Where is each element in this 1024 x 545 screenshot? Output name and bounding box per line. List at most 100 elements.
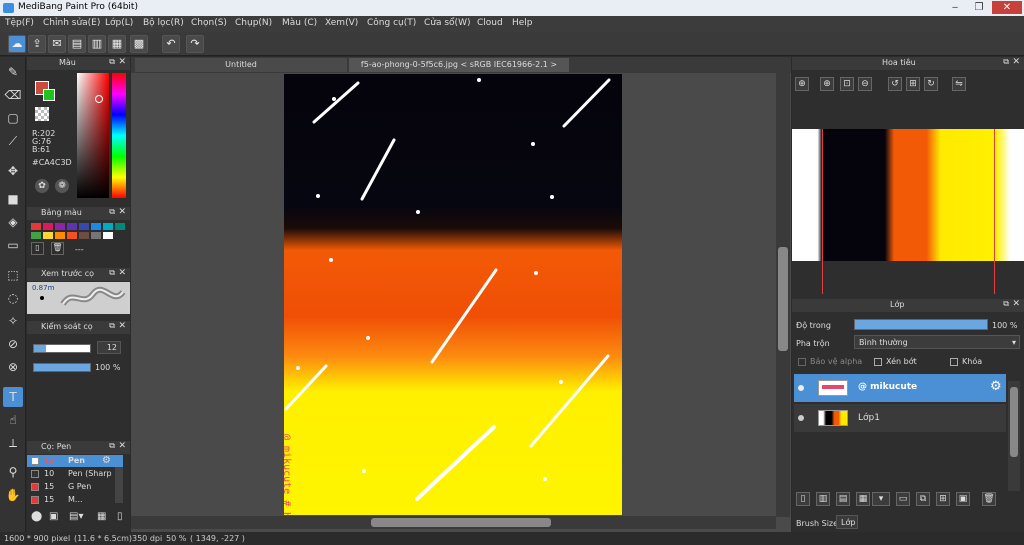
zoom-in-icon[interactable]: ⊕ [820, 77, 834, 91]
close-icon[interactable]: ✕ [118, 57, 126, 67]
blend-mode-select[interactable]: Bình thường ▾ [854, 335, 1020, 349]
transparent-swatch[interactable] [35, 107, 49, 121]
pen-stroke-tool-icon[interactable]: ⟋ [3, 131, 23, 151]
menu-layer[interactable]: Lớp(L) [105, 18, 133, 28]
eye-icon[interactable] [798, 385, 804, 391]
vertical-scroll-thumb[interactable] [778, 247, 788, 351]
popout-icon[interactable]: ⧉ [1003, 299, 1009, 309]
restore-button[interactable]: ❐ [968, 1, 990, 14]
menu-help[interactable]: Help [512, 18, 533, 28]
palette-swatch[interactable] [43, 232, 53, 239]
redo-icon[interactable]: ↷ [186, 35, 204, 53]
move-tool-icon[interactable]: ✥ [3, 161, 23, 181]
protect-alpha-checkbox[interactable] [798, 358, 806, 366]
popout-icon[interactable]: ⧉ [109, 57, 115, 67]
palette-swatch[interactable] [31, 232, 41, 239]
palette-swatch[interactable] [79, 232, 89, 239]
brush-tool-icon[interactable]: ✎ [3, 62, 23, 82]
background-color-swatch[interactable] [43, 89, 55, 101]
menu-color[interactable]: Màu (C) [282, 18, 317, 28]
new-halftone-layer-icon[interactable]: ▤ [836, 492, 850, 506]
knife-tool-icon[interactable]: ⟂ [3, 433, 23, 453]
layer-row-lop1[interactable]: Lớp1 [794, 404, 1006, 432]
bucket-tool-icon[interactable]: ◈ [3, 212, 23, 232]
fit-window-icon[interactable]: ⊡ [840, 77, 854, 91]
popout-icon[interactable]: ⧉ [109, 441, 115, 451]
eraser-tool-icon[interactable]: ⌫ [3, 85, 23, 105]
tab-active-document[interactable]: f5-ao-phong-0-5f5c6.jpg < sRGB IEC61966-… [349, 58, 569, 72]
palette-swatch[interactable] [103, 223, 113, 230]
close-button[interactable]: ✕ [992, 1, 1022, 14]
undo-icon[interactable]: ↶ [162, 35, 180, 53]
close-icon[interactable]: ✕ [118, 321, 126, 331]
zoom-out-icon[interactable]: ⊖ [858, 77, 872, 91]
close-icon[interactable]: ✕ [1012, 299, 1020, 309]
gear-icon[interactable]: ⚙ [990, 379, 1002, 394]
brush-size-value[interactable]: 12 [97, 341, 121, 354]
rotate-left-icon[interactable]: ↺ [888, 77, 902, 91]
navigator-preview[interactable] [792, 129, 1024, 294]
panel-layout-icon[interactable]: ▦ [108, 35, 126, 53]
palette-swatch[interactable] [103, 232, 113, 239]
minimize-button[interactable]: ‒ [944, 1, 966, 14]
popout-icon[interactable]: ⧉ [109, 321, 115, 331]
magic-wand-tool-icon[interactable]: ✧ [3, 311, 23, 331]
menu-file[interactable]: Tệp(F) [5, 18, 34, 28]
select-eraser-tool-icon[interactable]: ⊗ [3, 357, 23, 377]
new-page-icon[interactable]: ▯ [31, 242, 44, 255]
close-icon[interactable]: ✕ [118, 268, 126, 278]
eyedropper-tool-icon[interactable]: ⚲ [3, 462, 23, 482]
menu-window[interactable]: Cửa sổ(W) [424, 18, 470, 28]
eye-icon[interactable] [798, 415, 804, 421]
tab-brush-size[interactable]: Brush Size [796, 519, 838, 528]
tab-untitled[interactable]: Untitled [135, 58, 347, 72]
brush-list-item[interactable]: 15 M... [27, 494, 123, 505]
hue-slider[interactable] [112, 73, 126, 198]
close-icon[interactable]: ✕ [118, 441, 126, 451]
drawing-canvas[interactable]: @ mikucute # HD247 [284, 74, 622, 515]
trash-icon[interactable]: 🗑 [51, 242, 64, 255]
layer-properties-icon[interactable]: ▣ [956, 492, 970, 506]
menu-tools[interactable]: Công cụ(T) [367, 18, 416, 28]
rotate-right-icon[interactable]: ↻ [924, 77, 938, 91]
horizontal-scroll-thumb[interactable] [371, 518, 551, 527]
palette-swatch[interactable] [31, 223, 41, 230]
menu-select[interactable]: Chọn(S) [191, 18, 227, 28]
upload-icon[interactable]: ⇪ [28, 35, 46, 53]
tab-layer[interactable]: Lớp [836, 515, 858, 529]
grid-icon[interactable]: ▩ [130, 35, 148, 53]
new-layer-icon[interactable]: ▯ [796, 492, 810, 506]
page-icon[interactable]: ▥ [88, 35, 106, 53]
layer-scrollbar[interactable] [1008, 381, 1020, 491]
palette-swatch[interactable] [55, 223, 65, 230]
layer-row-mikucute[interactable]: @ mikucute ⚙ [794, 374, 1006, 402]
clip-checkbox[interactable] [874, 358, 882, 366]
flip-icon[interactable]: ⇋ [952, 77, 966, 91]
palette-swatch[interactable] [115, 223, 125, 230]
palette-icon[interactable]: ✿ [35, 179, 49, 193]
new-color-layer-icon[interactable]: ▥ [816, 492, 830, 506]
select-pen-tool-icon[interactable]: ⊘ [3, 334, 23, 354]
menu-view[interactable]: Xem(V) [325, 18, 358, 28]
brush-settings-icon[interactable]: ▦ [97, 511, 111, 525]
new-folder-layer-icon[interactable]: ▦ [856, 492, 870, 506]
palette-swatch[interactable] [91, 232, 101, 239]
operation-tool-icon[interactable]: ☝ [3, 410, 23, 430]
palette-swatch[interactable] [55, 232, 65, 239]
gradient-tool-icon[interactable]: ▭ [3, 235, 23, 255]
cloud-icon[interactable]: ☁ [8, 35, 26, 53]
popout-icon[interactable]: ⧉ [109, 268, 115, 278]
actual-size-icon[interactable]: ⊞ [906, 77, 920, 91]
comment-icon[interactable]: ✉ [48, 35, 66, 53]
rectangle-tool-icon[interactable]: ▢ [3, 108, 23, 128]
gear-icon[interactable]: ⚙ [102, 455, 111, 466]
palette-swatch[interactable] [67, 232, 77, 239]
palette-swatch[interactable] [79, 223, 89, 230]
lasso-tool-icon[interactable]: ◌ [3, 288, 23, 308]
fill-shape-tool-icon[interactable]: ■ [3, 189, 23, 209]
close-icon[interactable]: ✕ [1012, 57, 1020, 67]
brush-list-item[interactable]: 12 Pen ⚙ [27, 455, 123, 467]
menu-edit[interactable]: Chỉnh sửa(E) [43, 18, 100, 28]
brush-opacity-slider[interactable] [33, 363, 91, 372]
horizontal-scrollbar[interactable] [131, 516, 776, 529]
